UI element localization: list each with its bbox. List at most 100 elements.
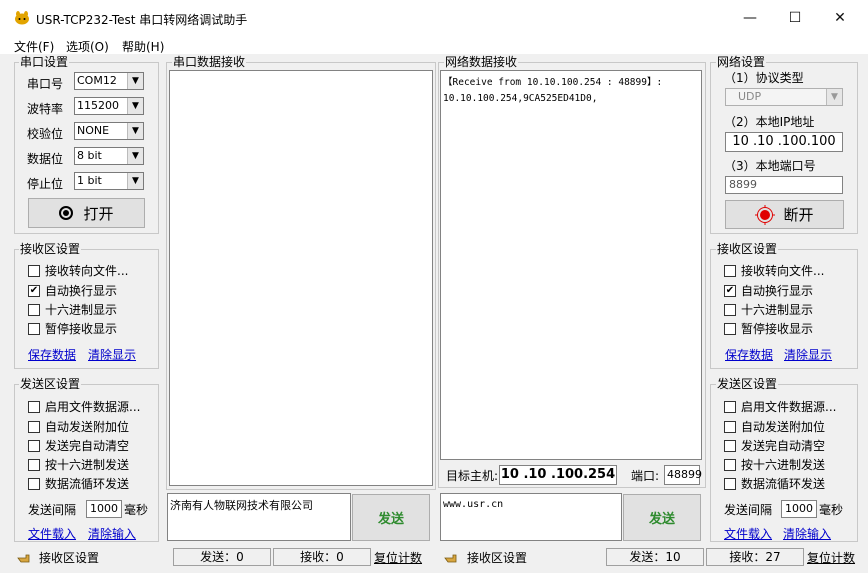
local-port-input[interactable]: 8899 — [725, 176, 843, 194]
status-left-recv-count: 接收：0 — [273, 548, 371, 566]
target-host-label: 目标主机: — [446, 469, 499, 483]
databits-select[interactable]: 8 bit ▼ — [74, 147, 144, 165]
protocol-label: （1）协议类型 — [724, 71, 804, 85]
chevron-down-icon: ▼ — [127, 73, 143, 89]
right-interval-input[interactable]: 1000 — [781, 500, 817, 518]
left-auto-clear-label: 发送完自动清空 — [45, 439, 130, 453]
disconnect-label: 断开 — [783, 206, 814, 224]
port-select[interactable]: COM12 ▼ — [74, 72, 144, 90]
serial-send-button[interactable]: 发送 — [352, 494, 430, 541]
port-label: 串口号 — [27, 77, 64, 91]
target-port-input[interactable]: 48899 — [664, 465, 702, 485]
left-hex-display-label: 十六进制显示 — [45, 303, 118, 317]
net-recv-line: 10.10.100.254,9CA525ED41D0, — [443, 93, 598, 104]
net-settings-title: 网络设置 — [716, 55, 767, 69]
window-title: USR-TCP232-Test 串口转网络调试助手 — [36, 13, 248, 27]
parity-value: NONE — [77, 124, 110, 137]
baud-select[interactable]: 115200 ▼ — [74, 97, 144, 115]
left-recv-to-file-checkbox[interactable] — [28, 265, 40, 277]
right-auto-clear-checkbox[interactable] — [724, 440, 736, 452]
status-right-recv-settings[interactable]: 接收区设置 — [467, 551, 527, 565]
local-ip-input[interactable]: 10 .10 .100.100 — [725, 132, 843, 152]
right-loop-send-label: 数据流循环发送 — [741, 477, 826, 491]
chevron-down-icon: ▼ — [127, 148, 143, 164]
left-hex-send-label: 按十六进制发送 — [45, 458, 130, 472]
left-interval-label: 发送间隔 — [28, 503, 77, 517]
right-clear-input-link[interactable]: 清除输入 — [783, 525, 831, 542]
right-clear-display-link[interactable]: 清除显示 — [784, 346, 832, 363]
right-hex-display-checkbox[interactable] — [724, 304, 736, 316]
left-save-data-link[interactable]: 保存数据 — [28, 346, 76, 363]
net-send-input[interactable]: www.usr.cn — [440, 493, 622, 541]
left-recv-settings-title: 接收区设置 — [19, 242, 82, 256]
parity-select[interactable]: NONE ▼ — [74, 122, 144, 140]
status-left-reset-button[interactable]: 复位计数 — [374, 551, 422, 565]
left-file-source-checkbox[interactable] — [28, 401, 40, 413]
local-ip-label: （2）本地IP地址 — [724, 115, 815, 129]
port-value: COM12 — [77, 74, 117, 87]
menu-file[interactable]: 文件(F) — [14, 38, 54, 55]
right-loop-send-checkbox[interactable] — [724, 478, 736, 490]
serial-send-input[interactable]: 济南有人物联网技术有限公司 — [167, 493, 351, 541]
stopbits-select[interactable]: 1 bit ▼ — [74, 172, 144, 190]
target-host-input[interactable]: 10 .10 .100.254 — [499, 465, 617, 485]
right-save-data-link[interactable]: 保存数据 — [725, 346, 773, 363]
right-auto-wrap-checkbox[interactable]: ✔ — [724, 285, 736, 297]
net-recv-textarea[interactable]: 【Receive from 10.10.100.254 : 48899】: 10… — [440, 70, 702, 460]
parity-label: 校验位 — [27, 127, 64, 141]
local-port-label: （3）本地端口号 — [724, 159, 816, 173]
right-file-source-checkbox[interactable] — [724, 401, 736, 413]
right-append-bit-checkbox[interactable] — [724, 421, 736, 433]
baud-label: 波特率 — [27, 102, 64, 116]
serial-recv-textarea[interactable] — [169, 70, 433, 486]
left-clear-input-link[interactable]: 清除输入 — [88, 525, 136, 542]
left-hex-display-checkbox[interactable] — [28, 304, 40, 316]
left-clear-display-link[interactable]: 清除显示 — [88, 346, 136, 363]
open-port-button[interactable]: 打开 — [28, 198, 145, 228]
maximize-button[interactable]: ☐ — [772, 0, 818, 36]
radio-dot-icon — [59, 206, 74, 220]
status-right-reset-button[interactable]: 复位计数 — [807, 551, 855, 565]
menu-options[interactable]: 选项(O) — [66, 38, 109, 55]
left-interval-unit: 毫秒 — [124, 503, 149, 517]
left-pause-display-checkbox[interactable] — [28, 323, 40, 335]
net-send-button[interactable]: 发送 — [623, 494, 701, 541]
disconnect-status-icon — [755, 204, 776, 225]
left-load-file-link[interactable]: 文件载入 — [28, 525, 76, 542]
left-loop-send-checkbox[interactable] — [28, 478, 40, 490]
right-auto-clear-label: 发送完自动清空 — [741, 439, 826, 453]
target-port-label: 端口: — [631, 469, 660, 483]
databits-value: 8 bit — [77, 149, 102, 162]
databits-label: 数据位 — [27, 152, 64, 166]
left-hex-send-checkbox[interactable] — [28, 459, 40, 471]
left-auto-wrap-checkbox[interactable]: ✔ — [28, 285, 40, 297]
app-logo-icon — [14, 11, 30, 25]
left-append-bit-checkbox[interactable] — [28, 421, 40, 433]
right-file-source-label: 启用文件数据源... — [741, 400, 837, 414]
baud-value: 115200 — [77, 99, 119, 112]
minimize-button[interactable]: — — [727, 0, 773, 36]
status-left-recv-settings[interactable]: 接收区设置 — [39, 551, 99, 565]
left-send-settings-title: 发送区设置 — [19, 377, 82, 391]
right-append-bit-label: 自动发送附加位 — [741, 420, 826, 434]
chevron-down-icon: ▼ — [127, 123, 143, 139]
chevron-down-icon: ▼ — [127, 98, 143, 114]
serial-recv-title: 串口数据接收 — [172, 55, 247, 69]
right-recv-settings-title: 接收区设置 — [716, 242, 779, 256]
left-auto-clear-checkbox[interactable] — [28, 440, 40, 452]
left-interval-input[interactable]: 1000 — [86, 500, 122, 518]
protocol-select[interactable]: UDP ▼ — [725, 88, 843, 106]
disconnect-button[interactable]: 断开 — [725, 200, 844, 229]
stopbits-label: 停止位 — [27, 177, 64, 191]
right-load-file-link[interactable]: 文件载入 — [724, 525, 772, 542]
close-button[interactable]: ✕ — [817, 0, 863, 36]
right-pause-display-checkbox[interactable] — [724, 323, 736, 335]
right-recv-to-file-checkbox[interactable] — [724, 265, 736, 277]
status-right-sent-count: 发送：10 — [606, 548, 704, 566]
right-recv-to-file-label: 接收转向文件... — [741, 264, 825, 278]
left-append-bit-label: 自动发送附加位 — [45, 420, 130, 434]
right-hex-send-checkbox[interactable] — [724, 459, 736, 471]
net-recv-title: 网络数据接收 — [444, 55, 519, 69]
right-pause-display-label: 暂停接收显示 — [741, 322, 814, 336]
menu-help[interactable]: 帮助(H) — [122, 38, 164, 55]
